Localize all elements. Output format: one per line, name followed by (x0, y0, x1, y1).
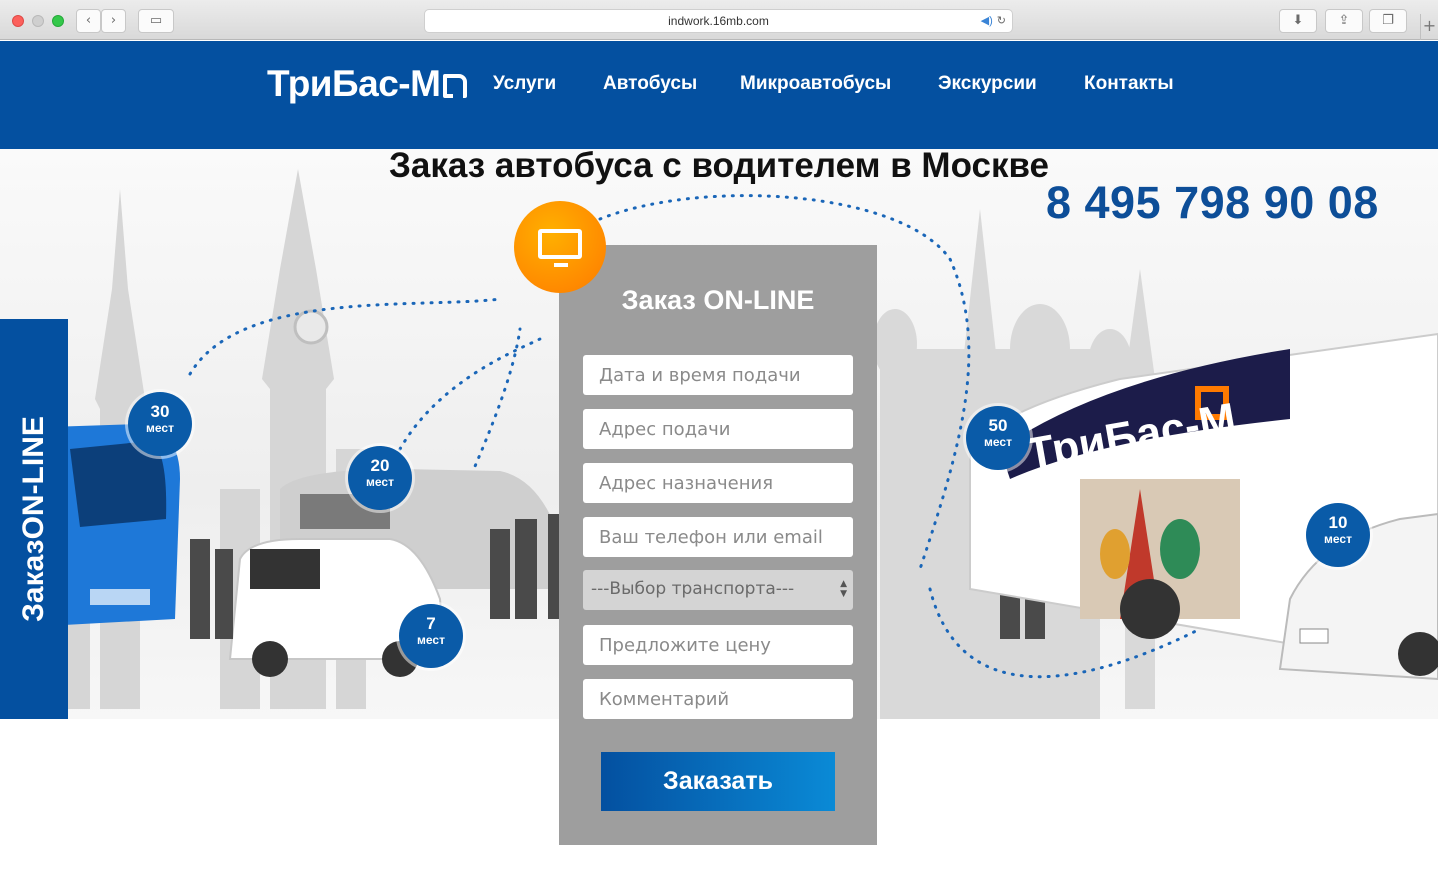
address-bar[interactable]: indwork.16mb.com ◀︎) ↻ (424, 9, 1013, 33)
transport-select-value: ---Выбор транспорта--- (591, 579, 795, 599)
tabs-icon[interactable]: ❐ (1369, 9, 1407, 33)
capacity-badge-20: 20 мест (348, 446, 412, 510)
nav-item-minibuses[interactable]: Микроавтобусы (740, 73, 891, 95)
download-icon[interactable]: ⬇ (1279, 9, 1317, 33)
zoom-window-button[interactable] (52, 15, 64, 27)
monitor-icon (514, 201, 606, 293)
phone-number[interactable]: 8 495 798 90 08 (1046, 177, 1379, 229)
order-form: Заказ ON-LINE ---Выбор транспорта--- ▲▼ … (559, 245, 877, 845)
chevron-right-icon[interactable]: › (101, 9, 126, 33)
plus-icon[interactable]: + (1420, 14, 1438, 40)
badge-unit: мест (417, 633, 445, 647)
side-order-tab[interactable]: ЗаказON-LINE (0, 319, 68, 719)
nav-item-buses[interactable]: Автобусы (603, 73, 697, 95)
datetime-field[interactable] (583, 355, 853, 395)
chevron-left-icon[interactable]: ‹ (76, 9, 101, 33)
badge-unit: мест (366, 475, 394, 489)
badge-number: 20 (370, 456, 390, 475)
badge-unit: мест (984, 435, 1012, 449)
badge-number: 50 (988, 416, 1008, 435)
capacity-badge-7: 7 мест (399, 604, 463, 668)
logo-text: ТриБас-М (267, 63, 441, 104)
destination-address-field[interactable] (583, 463, 853, 503)
capacity-badge-30: 30 мест (128, 392, 192, 456)
select-arrows-icon: ▲ ▼ (840, 579, 847, 599)
contact-field[interactable] (583, 517, 853, 557)
badge-unit: мест (1324, 532, 1352, 546)
order-form-title: Заказ ON-LINE (621, 285, 815, 315)
price-field[interactable] (583, 625, 853, 665)
speaker-icon[interactable]: ◀︎) (981, 15, 993, 27)
nav-item-contacts[interactable]: Контакты (1084, 73, 1174, 95)
url-text: indwork.16mb.com (668, 14, 769, 28)
reload-icon[interactable]: ↻ (997, 15, 1006, 27)
nav-item-excursions[interactable]: Экскурсии (938, 73, 1037, 95)
close-window-button[interactable] (12, 15, 24, 27)
capacity-badge-10: 10 мест (1306, 503, 1370, 567)
badge-number: 7 (426, 614, 436, 633)
nav-item-services[interactable]: Услуги (493, 73, 556, 95)
browser-toolbar: ‹ › ▭ indwork.16mb.com ◀︎) ↻ ⬇ ⇪ ❐ + (0, 0, 1438, 40)
pickup-address-field[interactable] (583, 409, 853, 449)
minimize-window-button[interactable] (32, 15, 44, 27)
capacity-badge-50: 50 мест (966, 406, 1030, 470)
transport-select[interactable]: ---Выбор транспорта--- ▲ ▼ (583, 570, 853, 610)
hero-section: ТриБас-М Заказ автобуса с водителем в Мо… (0, 149, 1438, 880)
badge-number: 10 (1328, 513, 1348, 532)
comment-field[interactable] (583, 679, 853, 719)
badge-unit: мест (146, 421, 174, 435)
logo-mark-icon (443, 74, 468, 98)
order-submit-button[interactable]: Заказать (601, 752, 835, 811)
badge-number: 30 (150, 402, 170, 421)
side-order-tab-label: ЗаказON-LINE (17, 416, 50, 622)
share-icon[interactable]: ⇪ (1325, 9, 1363, 33)
sidebar-icon[interactable]: ▭ (138, 9, 174, 33)
site-header: ТриБас-М Услуги Автобусы Микроавтобусы Э… (0, 41, 1438, 149)
clock-illustration (293, 309, 329, 345)
site-logo[interactable]: ТриБас-М (267, 63, 468, 105)
